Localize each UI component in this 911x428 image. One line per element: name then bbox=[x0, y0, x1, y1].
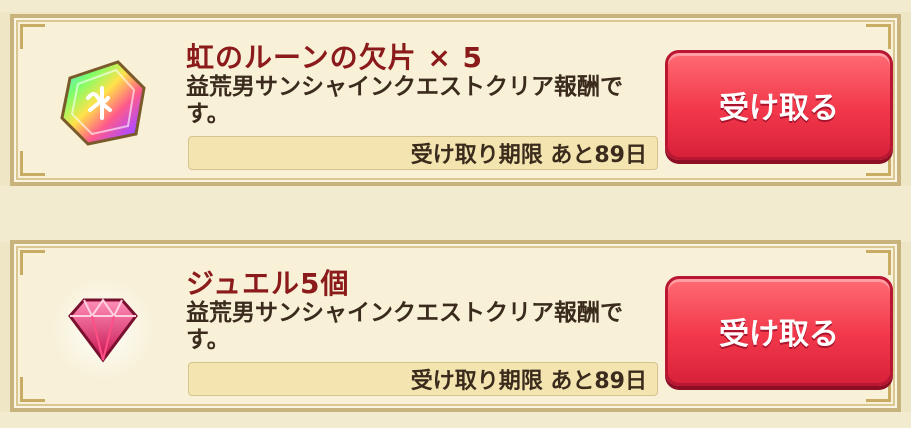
background-strip bbox=[0, 412, 911, 428]
receive-button[interactable]: 受け取る bbox=[665, 50, 893, 160]
reward-description: 益荒男サンシャインクエストクリア報酬です。 bbox=[186, 300, 623, 353]
background-strip bbox=[0, 0, 911, 12]
corner-ornament bbox=[866, 250, 891, 275]
corner-ornament bbox=[20, 151, 45, 176]
receive-button[interactable]: 受け取る bbox=[665, 276, 893, 386]
deadline-label: 受け取り期限 あと89日 bbox=[188, 362, 658, 396]
corner-ornament bbox=[866, 24, 891, 49]
corner-ornament bbox=[20, 24, 45, 49]
corner-ornament bbox=[20, 377, 45, 402]
pink-jewel-icon bbox=[51, 277, 155, 381]
reward-description: 益荒男サンシャインクエストクリア報酬です。 bbox=[186, 74, 623, 127]
corner-ornament bbox=[20, 250, 45, 275]
rainbow-rune-fragment-icon bbox=[60, 60, 146, 146]
reward-title: 虹のルーンの欠片 × 5 bbox=[186, 41, 484, 74]
reward-card-1: 虹のルーンの欠片 × 5 益荒男サンシャインクエストクリア報酬です。 受け取り期… bbox=[10, 14, 901, 186]
background-strip bbox=[0, 186, 911, 242]
reward-title: ジュエル5個 bbox=[186, 267, 350, 300]
deadline-label: 受け取り期限 あと89日 bbox=[188, 136, 658, 170]
reward-card-2: ジュエル5個 益荒男サンシャインクエストクリア報酬です。 受け取り期限 あと89… bbox=[10, 240, 901, 412]
